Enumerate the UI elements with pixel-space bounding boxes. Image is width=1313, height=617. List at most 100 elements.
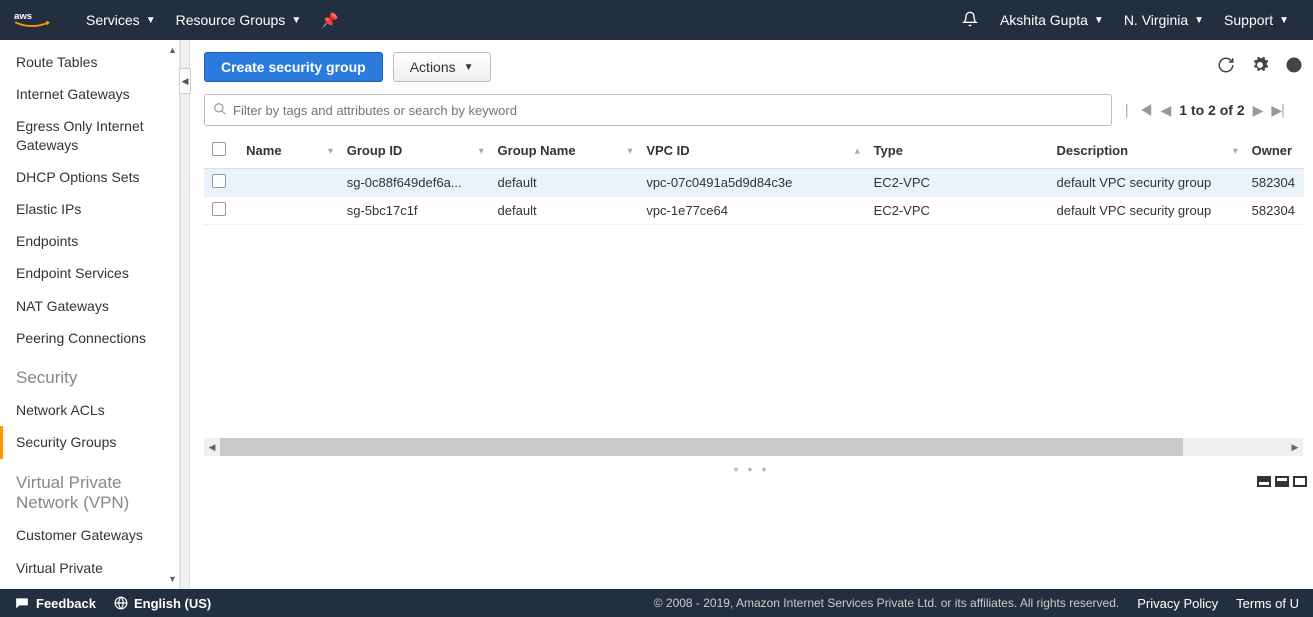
- cell-owner: 582304: [1244, 168, 1304, 196]
- cell-name: [238, 196, 339, 224]
- sidebar-item-peering[interactable]: Peering Connections: [0, 322, 166, 354]
- footer: Feedback English (US) © 2008 - 2019, Ama…: [0, 589, 1313, 617]
- search-icon: [213, 102, 227, 119]
- pin-icon[interactable]: 📌: [311, 12, 348, 29]
- page-next-icon[interactable]: ▶: [1253, 102, 1264, 119]
- layout-option-2[interactable]: [1275, 476, 1289, 487]
- page-last-icon[interactable]: ▶⎸: [1271, 102, 1296, 119]
- chevron-down-icon: ▼: [1194, 15, 1204, 26]
- sidebar-item-nat-gateways[interactable]: NAT Gateways: [0, 290, 166, 322]
- horizontal-scrollbar[interactable]: ◀ ▶: [204, 438, 1303, 456]
- language-label: English (US): [134, 596, 211, 611]
- scroll-right-icon[interactable]: ▶: [1287, 438, 1303, 456]
- actions-label: Actions: [410, 59, 456, 75]
- sidebar-item-customer-gateways[interactable]: Customer Gateways: [0, 519, 166, 551]
- sort-icon: ▾: [479, 145, 484, 156]
- col-description[interactable]: Description▾: [1049, 134, 1244, 168]
- pager: ⎸◀ ◀ 1 to 2 of 2 ▶ ▶⎸: [1126, 102, 1306, 119]
- user-label: Akshita Gupta: [1000, 12, 1088, 28]
- aws-logo[interactable]: aws: [14, 9, 50, 31]
- create-security-group-button[interactable]: Create security group: [204, 52, 383, 82]
- select-all-header[interactable]: [204, 134, 238, 168]
- language-selector[interactable]: English (US): [114, 596, 211, 611]
- col-group-id[interactable]: Group ID▾: [339, 134, 490, 168]
- sidebar-item-endpoint-services[interactable]: Endpoint Services: [0, 257, 166, 289]
- cell-description: default VPC security group: [1049, 168, 1244, 196]
- row-checkbox[interactable]: [212, 174, 226, 188]
- region-menu[interactable]: N. Virginia ▼: [1114, 0, 1214, 40]
- sidebar-heading-security: Security: [0, 354, 166, 394]
- col-name[interactable]: Name▾: [238, 134, 339, 168]
- refresh-icon[interactable]: [1217, 56, 1235, 79]
- scroll-left-icon[interactable]: ◀: [204, 438, 220, 456]
- sort-icon: ▾: [328, 145, 333, 156]
- col-type[interactable]: Type: [866, 134, 1049, 168]
- chevron-down-icon: ▼: [464, 62, 474, 73]
- scroll-down-icon[interactable]: ▼: [168, 572, 177, 586]
- cell-group-id: sg-5bc17c1f: [339, 196, 490, 224]
- sidebar-item-network-acls[interactable]: Network ACLs: [0, 394, 166, 426]
- table-row[interactable]: sg-0c88f649def6a... default vpc-07c0491a…: [204, 168, 1304, 196]
- chevron-down-icon: ▼: [146, 15, 156, 26]
- sort-asc-icon: ▴: [855, 145, 860, 156]
- cell-owner: 582304: [1244, 196, 1304, 224]
- support-menu[interactable]: Support ▼: [1214, 0, 1299, 40]
- col-owner[interactable]: Owner: [1244, 134, 1304, 168]
- col-vpc-id[interactable]: VPC ID▴: [638, 134, 865, 168]
- page-first-icon[interactable]: ⎸◀: [1126, 102, 1153, 119]
- feedback-link[interactable]: Feedback: [14, 596, 96, 611]
- col-group-name[interactable]: Group Name▾: [490, 134, 639, 168]
- sort-icon: ▾: [628, 145, 633, 156]
- support-label: Support: [1224, 12, 1273, 28]
- cell-name: [238, 168, 339, 196]
- chevron-down-icon: ▼: [1279, 15, 1289, 26]
- resource-groups-label: Resource Groups: [176, 12, 286, 28]
- page-text: 1 to 2 of 2: [1179, 102, 1244, 118]
- sort-icon: ▾: [1233, 145, 1238, 156]
- search-input[interactable]: [233, 103, 1103, 118]
- layout-option-1[interactable]: [1257, 476, 1271, 487]
- cell-type: EC2-VPC: [866, 168, 1049, 196]
- help-icon[interactable]: [1285, 56, 1303, 79]
- region-label: N. Virginia: [1124, 12, 1188, 28]
- sidebar-item-internet-gateways[interactable]: Internet Gateways: [0, 78, 166, 110]
- sidebar-item-virtual-private[interactable]: Virtual Private: [0, 552, 166, 584]
- notifications-icon[interactable]: [950, 11, 990, 30]
- sidebar-collapse-handle[interactable]: ◀: [180, 40, 190, 589]
- scroll-thumb[interactable]: [220, 438, 1183, 456]
- page-prev-icon[interactable]: ◀: [1161, 102, 1172, 119]
- user-menu[interactable]: Akshita Gupta▼: [990, 0, 1114, 40]
- sidebar-item-endpoints[interactable]: Endpoints: [0, 225, 166, 257]
- sidebar-scrollbar[interactable]: ▲ ▼: [166, 40, 180, 589]
- services-label: Services: [86, 12, 140, 28]
- sidebar-item-dhcp[interactable]: DHCP Options Sets: [0, 161, 166, 193]
- row-checkbox[interactable]: [212, 202, 226, 216]
- cell-group-name: default: [490, 168, 639, 196]
- layout-option-3[interactable]: [1293, 476, 1307, 487]
- resource-groups-menu[interactable]: Resource Groups ▼: [166, 0, 312, 40]
- copyright-text: © 2008 - 2019, Amazon Internet Services …: [654, 596, 1120, 610]
- terms-link[interactable]: Terms of U: [1236, 596, 1299, 611]
- feedback-label: Feedback: [36, 596, 96, 611]
- cell-type: EC2-VPC: [866, 196, 1049, 224]
- sidebar: Route Tables Internet Gateways Egress On…: [0, 40, 166, 589]
- services-menu[interactable]: Services ▼: [76, 0, 166, 40]
- sidebar-item-route-tables[interactable]: Route Tables: [0, 46, 166, 78]
- chevron-down-icon: ▼: [291, 15, 301, 26]
- sidebar-item-elastic-ips[interactable]: Elastic IPs: [0, 193, 166, 225]
- settings-icon[interactable]: [1251, 56, 1269, 79]
- sidebar-item-egress-only[interactable]: Egress Only Internet Gateways: [0, 110, 166, 160]
- cell-description: default VPC security group: [1049, 196, 1244, 224]
- top-nav: aws Services ▼ Resource Groups ▼ 📌 Akshita…: [0, 0, 1313, 40]
- actions-button[interactable]: Actions ▼: [393, 52, 491, 82]
- table-row[interactable]: sg-5bc17c1f default vpc-1e77ce64 EC2-VPC…: [204, 196, 1304, 224]
- layout-toggles: [1257, 476, 1307, 487]
- privacy-policy-link[interactable]: Privacy Policy: [1137, 596, 1218, 611]
- toolbar: Create security group Actions ▼: [204, 52, 1313, 82]
- pane-resize-handle[interactable]: ● ● ●: [733, 464, 769, 474]
- sidebar-item-security-groups[interactable]: Security Groups: [0, 426, 166, 458]
- security-groups-table: Name▾ Group ID▾ Group Name▾ VPC ID▴ Type…: [204, 134, 1304, 225]
- cell-group-name: default: [490, 196, 639, 224]
- scroll-up-icon[interactable]: ▲: [168, 43, 177, 57]
- search-box[interactable]: [204, 94, 1112, 126]
